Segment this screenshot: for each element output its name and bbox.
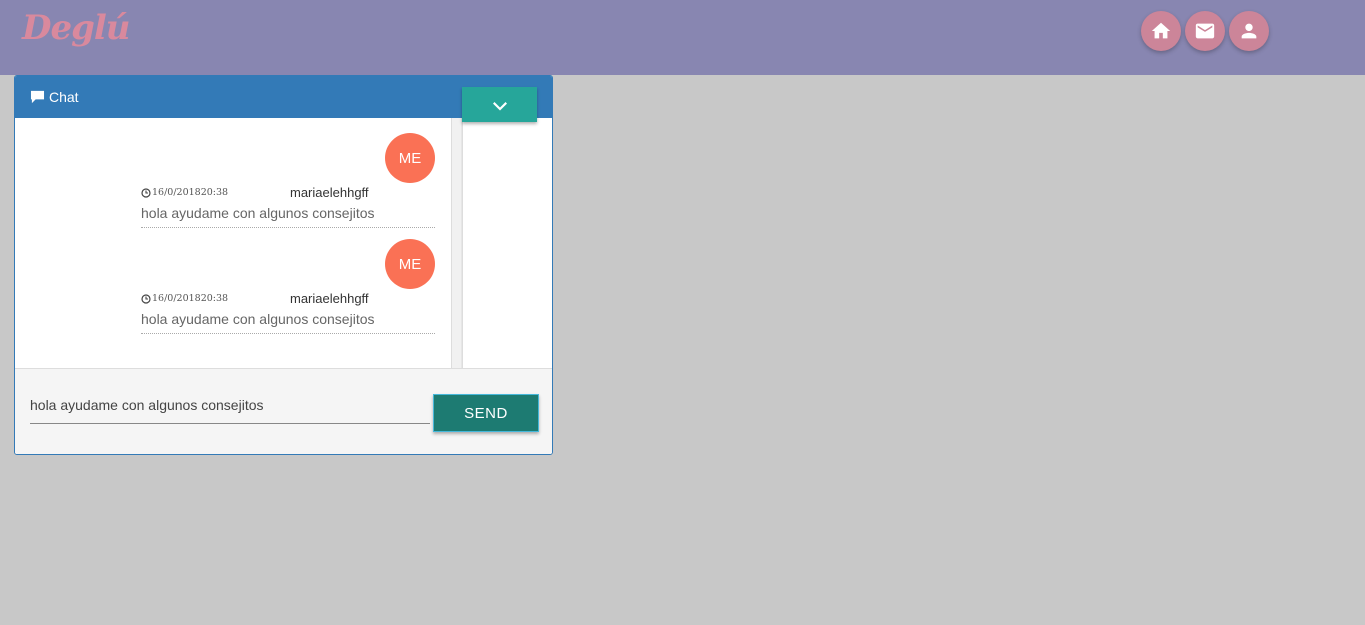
message-username: mariaelehhgff — [290, 185, 369, 200]
clock-icon — [141, 293, 151, 304]
mail-icon — [1195, 23, 1215, 39]
message-list[interactable]: ME 16/0/201820:38 mariaelehhgff hola ayu… — [15, 118, 451, 368]
message-text: hola ayudame con algunos consejitos — [141, 205, 375, 221]
message-divider — [141, 333, 435, 334]
message-username: mariaelehhgff — [290, 291, 369, 306]
avatar: ME — [385, 239, 435, 289]
messages-button[interactable] — [1185, 11, 1225, 51]
message-text: hola ayudame con algunos consejitos — [141, 311, 375, 327]
profile-button[interactable] — [1229, 11, 1269, 51]
avatar: ME — [385, 133, 435, 183]
chat-title-label: Chat — [49, 89, 79, 105]
message-timestamp: 16/0/201820:38 — [141, 293, 228, 304]
top-navbar: Deglú — [0, 0, 1365, 75]
comment-icon — [30, 90, 45, 104]
message-meta: 16/0/201820:38 mariaelehhgff — [141, 185, 435, 201]
message-meta: 16/0/201820:38 mariaelehhgff — [141, 291, 435, 307]
home-button[interactable] — [1141, 11, 1181, 51]
message-item: ME 16/0/201820:38 mariaelehhgff hola ayu… — [141, 133, 435, 229]
message-time-text: 16/0/201820:38 — [152, 187, 229, 198]
chat-title: Chat — [30, 89, 79, 105]
divider — [461, 118, 462, 368]
user-icon — [1241, 23, 1257, 39]
app-logo[interactable]: Deglú — [22, 8, 131, 48]
send-button[interactable]: SEND — [433, 394, 539, 432]
collapse-chat-button[interactable] — [462, 87, 537, 122]
chat-body: ME 16/0/201820:38 mariaelehhgff hola ayu… — [15, 118, 552, 368]
message-time-text: 16/0/201820:38 — [152, 293, 229, 304]
clock-icon — [141, 187, 151, 198]
home-icon — [1151, 22, 1171, 39]
chat-panel: Chat ME 16/0/201820:38 mariaelehhgff hol… — [14, 75, 553, 455]
message-item: ME 16/0/201820:38 mariaelehhgff hola ayu… — [141, 239, 435, 335]
chevron-down-icon — [492, 101, 507, 110]
message-divider — [141, 227, 435, 228]
message-input[interactable] — [30, 387, 430, 424]
message-timestamp: 16/0/201820:38 — [141, 187, 228, 198]
chat-footer: SEND — [15, 368, 552, 454]
